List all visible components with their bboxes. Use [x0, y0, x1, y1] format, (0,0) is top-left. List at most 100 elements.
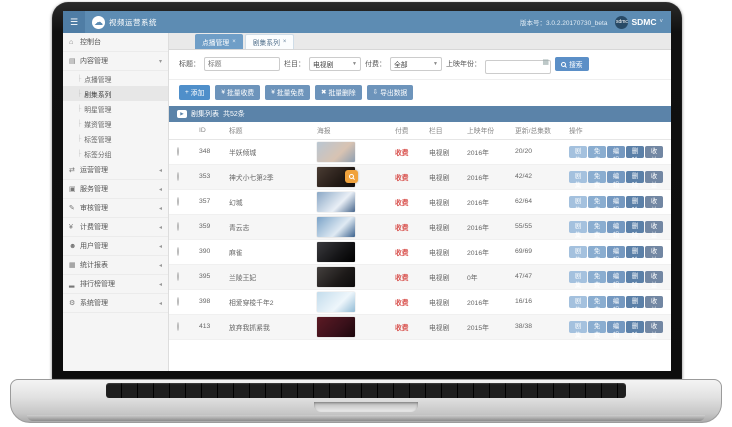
row-checkbox[interactable]: [177, 222, 179, 231]
action-button[interactable]: 编辑: [607, 246, 625, 258]
action-button[interactable]: 删除: [626, 171, 644, 183]
sidebar-subitem[interactable]: ├点播管理: [63, 71, 168, 86]
action-button[interactable]: 收益: [645, 171, 663, 183]
action-button[interactable]: 剧集: [569, 196, 587, 208]
row-episodes: 47/47: [515, 273, 569, 280]
hamburger-icon[interactable]: ☰: [63, 11, 85, 33]
main-area: 点播管理×剧集系列× 标题： 栏目： 电视剧 ▼ 付费： 全部 ▼: [169, 33, 671, 371]
sidebar-subitem[interactable]: ├媒资管理: [63, 116, 168, 131]
sidebar-item[interactable]: ⚙系统管理◂: [63, 294, 168, 313]
calendar-icon[interactable]: ▦: [542, 58, 549, 66]
row-checkbox[interactable]: [177, 197, 179, 206]
action-button[interactable]: 免费: [588, 271, 606, 283]
sidebar-item[interactable]: ¥计费管理◂: [63, 218, 168, 237]
toolbar-button[interactable]: +添加: [179, 85, 210, 100]
close-icon[interactable]: ×: [232, 39, 236, 45]
action-button[interactable]: 编辑: [607, 271, 625, 283]
sidebar-subitem-label: 标签分组: [84, 149, 111, 159]
action-button[interactable]: 剧集: [569, 321, 587, 333]
sidebar-subitem[interactable]: ├剧集系列: [63, 86, 168, 101]
action-button[interactable]: 收益: [645, 146, 663, 158]
action-button[interactable]: 编辑: [607, 321, 625, 333]
sidebar-subitem[interactable]: ├明星管理: [63, 101, 168, 116]
table-header-cell: 栏目: [429, 125, 467, 135]
toolbar-button[interactable]: ✖批量删除: [315, 85, 362, 100]
action-button[interactable]: 删除: [626, 246, 644, 258]
sidebar-item[interactable]: ▂排行榜管理◂: [63, 275, 168, 294]
action-button[interactable]: 免费: [588, 321, 606, 333]
poster-thumbnail[interactable]: [317, 242, 355, 262]
search-button[interactable]: 搜索: [555, 57, 589, 71]
pay-select[interactable]: 全部 ▼: [390, 57, 442, 71]
action-button[interactable]: 删除: [626, 321, 644, 333]
tab[interactable]: 点播管理×: [195, 34, 243, 49]
sidebar-subitem[interactable]: ├标签分组: [63, 146, 168, 161]
action-button[interactable]: 收益: [645, 221, 663, 233]
toolbar-button[interactable]: ¥批量免费: [265, 85, 310, 100]
action-button[interactable]: 免费: [588, 296, 606, 308]
action-button[interactable]: 删除: [626, 196, 644, 208]
action-button[interactable]: 剧集: [569, 171, 587, 183]
row-checkbox[interactable]: [177, 147, 179, 156]
action-button[interactable]: 收益: [645, 246, 663, 258]
toolbar-button[interactable]: ¥批量收费: [215, 85, 260, 100]
poster-thumbnail[interactable]: [317, 217, 355, 237]
sidebar-item[interactable]: ▦统计报表◂: [63, 256, 168, 275]
sidebar-item[interactable]: ☻用户管理◂: [63, 237, 168, 256]
action-button[interactable]: 删除: [626, 146, 644, 158]
row-year: 2016年: [467, 222, 515, 232]
sidebar-item-label: 计费管理: [80, 222, 159, 232]
close-icon[interactable]: ×: [283, 39, 287, 45]
toolbar-button[interactable]: ⇩导出数据: [367, 85, 414, 100]
title-filter-input[interactable]: [204, 57, 280, 71]
row-checkbox[interactable]: [177, 297, 179, 306]
action-button[interactable]: 免费: [588, 196, 606, 208]
action-button[interactable]: 剧集: [569, 221, 587, 233]
action-button[interactable]: 免费: [588, 221, 606, 233]
action-button[interactable]: 剧集: [569, 271, 587, 283]
poster-cell: [317, 267, 355, 287]
row-checkbox[interactable]: [177, 172, 179, 181]
action-button[interactable]: 编辑: [607, 146, 625, 158]
sidebar-subitem[interactable]: ├标签管理: [63, 131, 168, 146]
poster-thumbnail[interactable]: [317, 142, 355, 162]
poster-thumbnail[interactable]: [317, 267, 355, 287]
row-category: 电视剧: [429, 197, 467, 207]
action-button[interactable]: 收益: [645, 296, 663, 308]
app-title: 视频运营系统: [109, 17, 157, 28]
sidebar-item[interactable]: ⇄运营管理◂: [63, 161, 168, 180]
row-checkbox[interactable]: [177, 322, 179, 331]
sidebar-item-label: 审核管理: [80, 203, 159, 213]
action-button[interactable]: 剧集: [569, 246, 587, 258]
sidebar-item[interactable]: ▤内容管理▾: [63, 52, 168, 71]
action-button[interactable]: 收益: [645, 196, 663, 208]
magnifier-icon: [349, 174, 354, 179]
action-button[interactable]: 编辑: [607, 296, 625, 308]
row-checkbox[interactable]: [177, 247, 179, 256]
zoom-preview-button[interactable]: [345, 170, 358, 183]
action-button[interactable]: 剧集: [569, 146, 587, 158]
action-button[interactable]: 编辑: [607, 221, 625, 233]
action-button[interactable]: 免费: [588, 246, 606, 258]
tab[interactable]: 剧集系列×: [245, 34, 295, 49]
action-button[interactable]: 剧集: [569, 296, 587, 308]
action-button[interactable]: 免费: [588, 146, 606, 158]
category-select[interactable]: 电视剧 ▼: [309, 57, 361, 71]
poster-thumbnail[interactable]: [317, 192, 355, 212]
year-filter-input[interactable]: [485, 60, 551, 74]
poster-thumbnail[interactable]: [317, 292, 355, 312]
poster-thumbnail[interactable]: [317, 317, 355, 337]
sidebar-item[interactable]: ⌂控制台: [63, 33, 168, 52]
action-button[interactable]: 编辑: [607, 171, 625, 183]
action-button[interactable]: 删除: [626, 296, 644, 308]
sidebar-item[interactable]: ✎审核管理◂: [63, 199, 168, 218]
action-button[interactable]: 删除: [626, 221, 644, 233]
action-button[interactable]: 免费: [588, 171, 606, 183]
action-button[interactable]: 编辑: [607, 196, 625, 208]
account-menu[interactable]: sdmc SDMC ˅: [615, 16, 663, 29]
sidebar-item[interactable]: ▣服务管理◂: [63, 180, 168, 199]
action-button[interactable]: 收益: [645, 321, 663, 333]
action-button[interactable]: 收益: [645, 271, 663, 283]
action-button[interactable]: 删除: [626, 271, 644, 283]
row-checkbox[interactable]: [177, 272, 179, 281]
